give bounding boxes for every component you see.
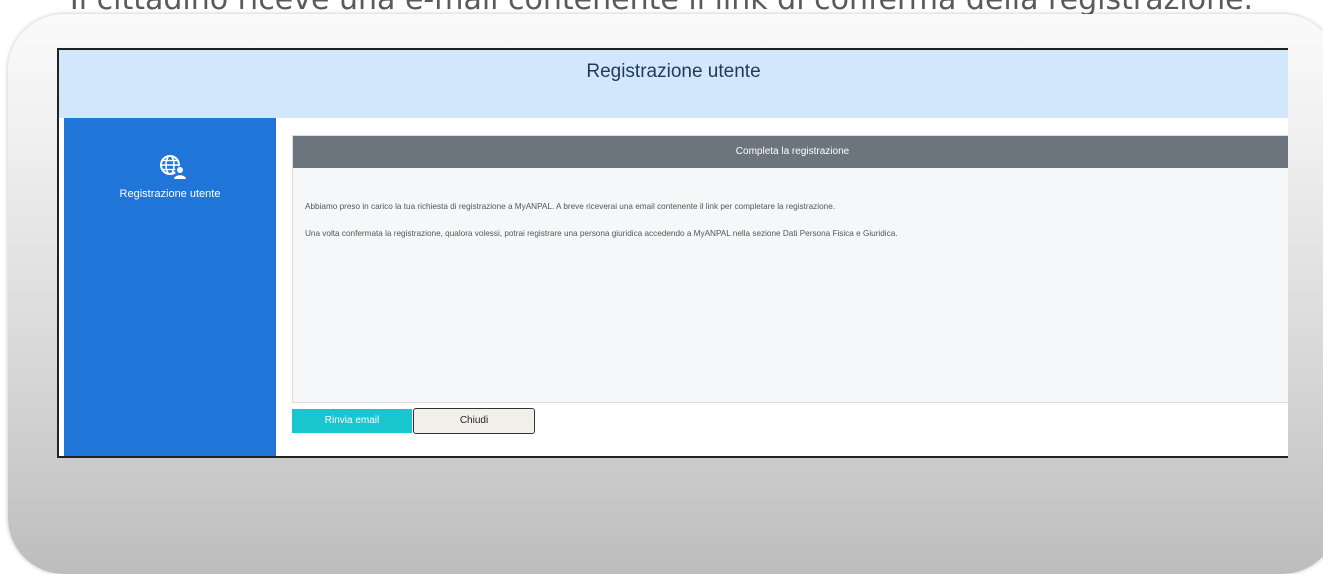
page-title: Registrazione utente [586, 61, 761, 82]
panel-title: Completa la registrazione [293, 136, 1288, 168]
page-header: Registrazione utente [59, 50, 1288, 118]
sidebar-item-registrazione-utente[interactable]: Registrazione utente [64, 188, 276, 200]
resend-email-button[interactable]: Rinvia email [292, 409, 412, 433]
close-button[interactable]: Chiudi [413, 408, 535, 434]
info-paragraph: Una volta confermata la registrazione, q… [305, 229, 898, 238]
sidebar: Registrazione utente [64, 118, 276, 456]
globe-user-icon [157, 152, 189, 184]
info-paragraph: Abbiamo preso in carico la tua richiesta… [305, 202, 836, 211]
app-window: Registrazione utente Registrazione utent… [57, 48, 1288, 458]
completion-panel: Completa la registrazione Abbiamo preso … [292, 135, 1288, 403]
